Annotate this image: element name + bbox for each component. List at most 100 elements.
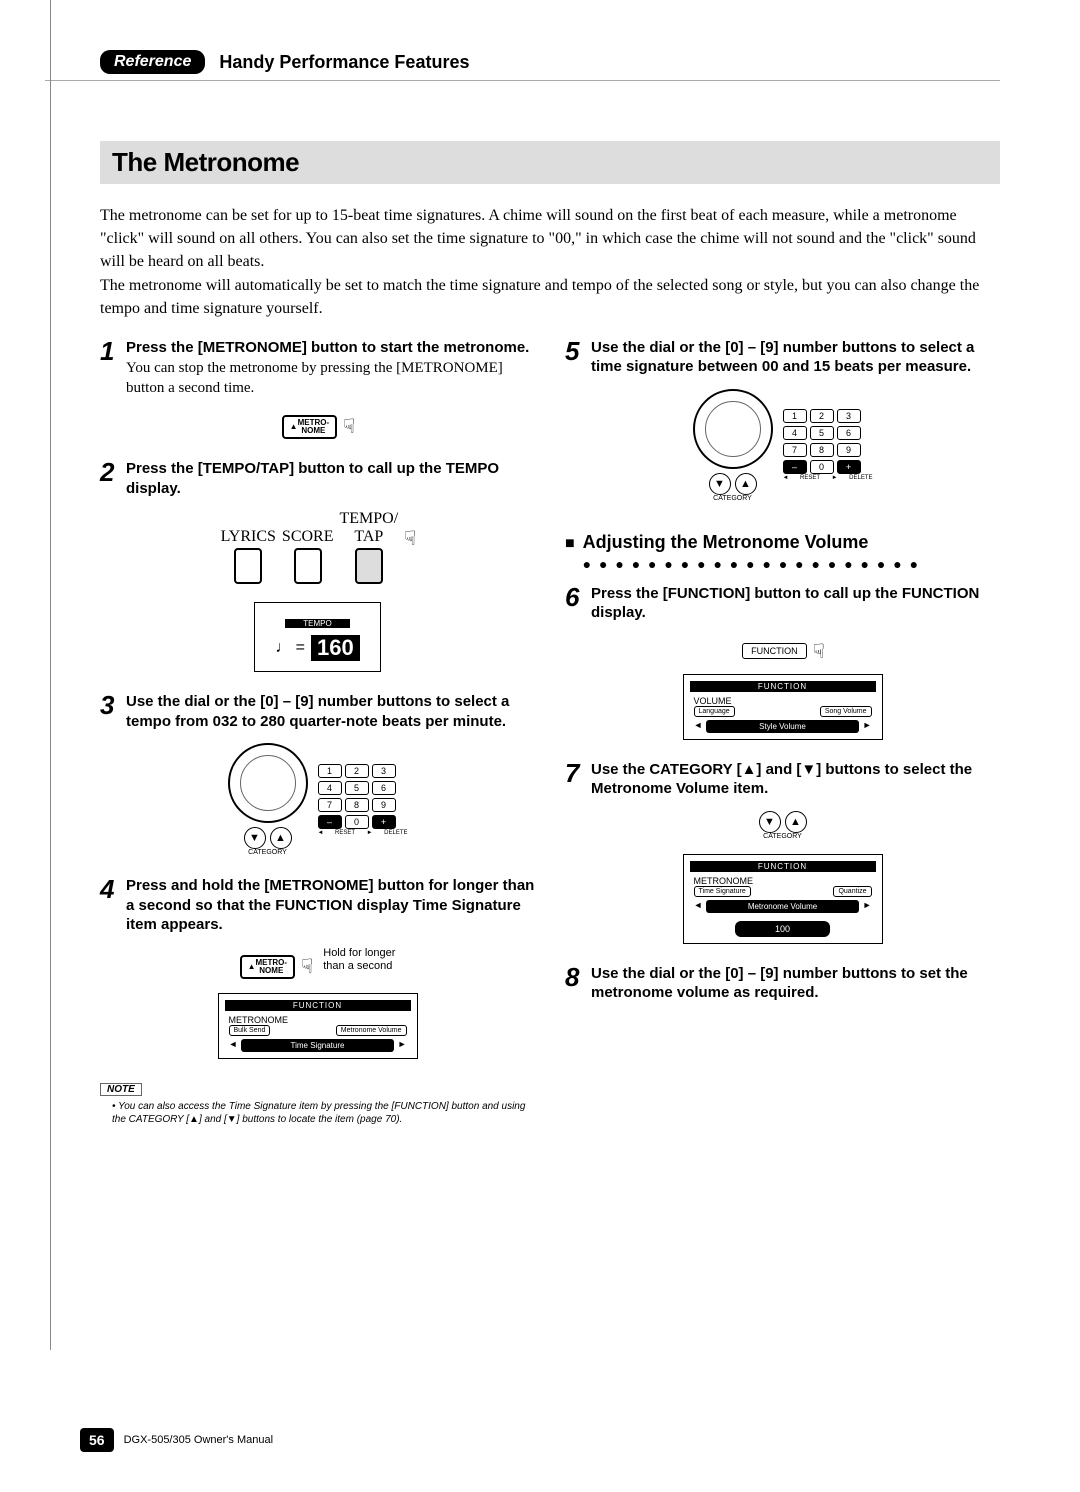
intro-paragraph: The metronome can be set for up to 15-be… bbox=[100, 204, 1000, 320]
step-number: 6 bbox=[565, 584, 583, 610]
keypad-graphic: 1 2 3 4 5 6 7 8 9 – 0 + bbox=[318, 764, 408, 829]
lcd-value: 100 bbox=[735, 921, 830, 937]
metronome-button-graphic: ▲ METRO- NOME bbox=[282, 415, 337, 439]
page-header: Reference Handy Performance Features bbox=[45, 50, 1000, 81]
category-down-icon: ▼ bbox=[759, 811, 781, 833]
delete-label: DELETE bbox=[849, 475, 872, 481]
key-6: 6 bbox=[837, 426, 861, 440]
key-4: 4 bbox=[318, 781, 342, 795]
metronome-label: METRO- NOME bbox=[298, 419, 330, 435]
lcd-header: FUNCTION bbox=[690, 861, 876, 872]
key-2: 2 bbox=[345, 764, 369, 778]
key-9: 9 bbox=[372, 798, 396, 812]
step-title: Use the dial or the [0] – [9] number but… bbox=[591, 338, 1000, 377]
lcd-header: FUNCTION bbox=[690, 681, 876, 692]
lcd-function-volume: FUNCTION VOLUME Language Song Volume ◄ S… bbox=[683, 674, 883, 740]
key-3: 3 bbox=[837, 409, 861, 423]
step-number: 5 bbox=[565, 338, 583, 364]
keypad-graphic: 1 2 3 4 5 6 7 8 9 – 0 + bbox=[783, 409, 873, 474]
metronome-icon: ▲ bbox=[290, 423, 298, 431]
key-1: 1 bbox=[783, 409, 807, 423]
step-title: Use the CATEGORY [▲] and [▼] buttons to … bbox=[591, 760, 1000, 799]
key-8: 8 bbox=[345, 798, 369, 812]
key-minus: – bbox=[783, 460, 807, 474]
header-title: Handy Performance Features bbox=[219, 52, 469, 73]
hold-caption: Hold for longer than a second bbox=[323, 947, 395, 973]
key-3: 3 bbox=[372, 764, 396, 778]
dial-graphic bbox=[693, 389, 773, 469]
lcd-nav-right-icon: ► bbox=[398, 1039, 407, 1049]
step-3: 3 Use the dial or the [0] – [9] number b… bbox=[100, 692, 535, 856]
tempo-tap-label: TEMPO/ TAP bbox=[340, 510, 399, 546]
note-body: • You can also access the Time Signature… bbox=[100, 1100, 535, 1126]
tempo-label: TEMPO bbox=[285, 619, 349, 628]
lcd-nav-left-icon: ◄ bbox=[229, 1039, 238, 1049]
lcd-right-item: Metronome Volume bbox=[336, 1025, 407, 1036]
section-title: The Metronome bbox=[100, 141, 1000, 184]
function-button-graphic: FUNCTION bbox=[742, 643, 807, 659]
key-8: 8 bbox=[810, 443, 834, 457]
step-body: You can stop the metronome by pressing t… bbox=[126, 359, 535, 398]
key-1: 1 bbox=[318, 764, 342, 778]
figure-dial-keypad: ▼ ▲ CATEGORY 1 2 3 4 5 6 7 bbox=[100, 743, 535, 856]
step-title: Press the [METRONOME] button to start th… bbox=[126, 338, 535, 358]
lcd-left-item: Language bbox=[694, 706, 735, 717]
step-number: 4 bbox=[100, 876, 118, 902]
step-1: 1 Press the [METRONOME] button to start … bbox=[100, 338, 535, 440]
key-4: 4 bbox=[783, 426, 807, 440]
delete-label: DELETE bbox=[384, 830, 407, 836]
key-0: 0 bbox=[345, 815, 369, 829]
step-7: 7 Use the CATEGORY [▲] and [▼] buttons t… bbox=[565, 760, 1000, 944]
page-footer: 56 DGX-505/305 Owner's Manual bbox=[80, 1428, 273, 1452]
lcd-function-metronome-volume: FUNCTION METRONOME Time Signature Quanti… bbox=[683, 854, 883, 944]
lcd-center-item: Style Volume bbox=[706, 720, 858, 733]
step-number: 3 bbox=[100, 692, 118, 718]
step-number: 2 bbox=[100, 459, 118, 485]
hand-icon: ☟ bbox=[813, 639, 825, 664]
step-title: Use the dial or the [0] – [9] number but… bbox=[591, 964, 1000, 1003]
footer-text: DGX-505/305 Owner's Manual bbox=[124, 1434, 273, 1446]
metronome-label: METRO- NOME bbox=[256, 959, 288, 975]
tempo-value: 160 bbox=[311, 635, 360, 661]
hand-icon: ☟ bbox=[301, 954, 313, 979]
step-4: 4 Press and hold the [METRONOME] button … bbox=[100, 876, 535, 1126]
figure-category-buttons: ▼ ▲ CATEGORY FUNCTION METRONOME Time Sig… bbox=[565, 811, 1000, 944]
lcd-title: VOLUME bbox=[694, 696, 872, 706]
figure-metronome-button: ▲ METRO- NOME ☟ bbox=[100, 410, 535, 439]
figure-tempo-buttons: LYRICS SCORE TEMPO/ TAP ☟ TEMPO bbox=[100, 510, 535, 672]
category-label: CATEGORY bbox=[565, 833, 1000, 840]
score-button-graphic bbox=[294, 548, 322, 584]
key-minus: – bbox=[318, 815, 342, 829]
lcd-nav-right-icon: ► bbox=[863, 720, 872, 730]
lcd-function-time-signature: FUNCTION METRONOME Bulk Send Metronome V… bbox=[218, 993, 418, 1059]
figure-function-button: FUNCTION ☟ FUNCTION VOLUME Language Song… bbox=[565, 635, 1000, 740]
metronome-button-graphic: ▲ METRO- NOME bbox=[240, 955, 295, 979]
step-8: 8 Use the dial or the [0] – [9] number b… bbox=[565, 964, 1000, 1003]
step-2: 2 Press the [TEMPO/TAP] button to call u… bbox=[100, 459, 535, 672]
category-up-icon: ▲ bbox=[785, 811, 807, 833]
step-6: 6 Press the [FUNCTION] button to call up… bbox=[565, 584, 1000, 740]
tempo-display-graphic: TEMPO ♩ = 160 bbox=[254, 602, 381, 672]
lcd-right-item: Song Volume bbox=[820, 706, 872, 717]
key-2: 2 bbox=[810, 409, 834, 423]
sub-heading-text: Adjusting the Metronome Volume bbox=[583, 532, 869, 552]
reset-label: RESET bbox=[335, 830, 355, 836]
step-title: Press the [FUNCTION] button to call up t… bbox=[591, 584, 1000, 623]
key-0: 0 bbox=[810, 460, 834, 474]
key-plus: + bbox=[837, 460, 861, 474]
figure-metronome-hold: ▲ METRO- NOME ☟ Hold for longer than a s… bbox=[100, 947, 535, 1059]
category-up-icon: ▲ bbox=[270, 827, 292, 849]
key-5: 5 bbox=[810, 426, 834, 440]
key-5: 5 bbox=[345, 781, 369, 795]
right-column: 5 Use the dial or the [0] – [9] number b… bbox=[565, 338, 1000, 1146]
hand-icon: ☟ bbox=[404, 526, 416, 551]
page-number: 56 bbox=[80, 1428, 114, 1452]
step-title: Use the dial or the [0] – [9] number but… bbox=[126, 692, 535, 731]
key-6: 6 bbox=[372, 781, 396, 795]
step-number: 7 bbox=[565, 760, 583, 786]
score-label: SCORE bbox=[282, 528, 334, 546]
key-7: 7 bbox=[783, 443, 807, 457]
lyrics-button-graphic bbox=[234, 548, 262, 584]
lcd-nav-right-icon: ► bbox=[863, 900, 872, 910]
note-head: NOTE bbox=[100, 1083, 142, 1096]
